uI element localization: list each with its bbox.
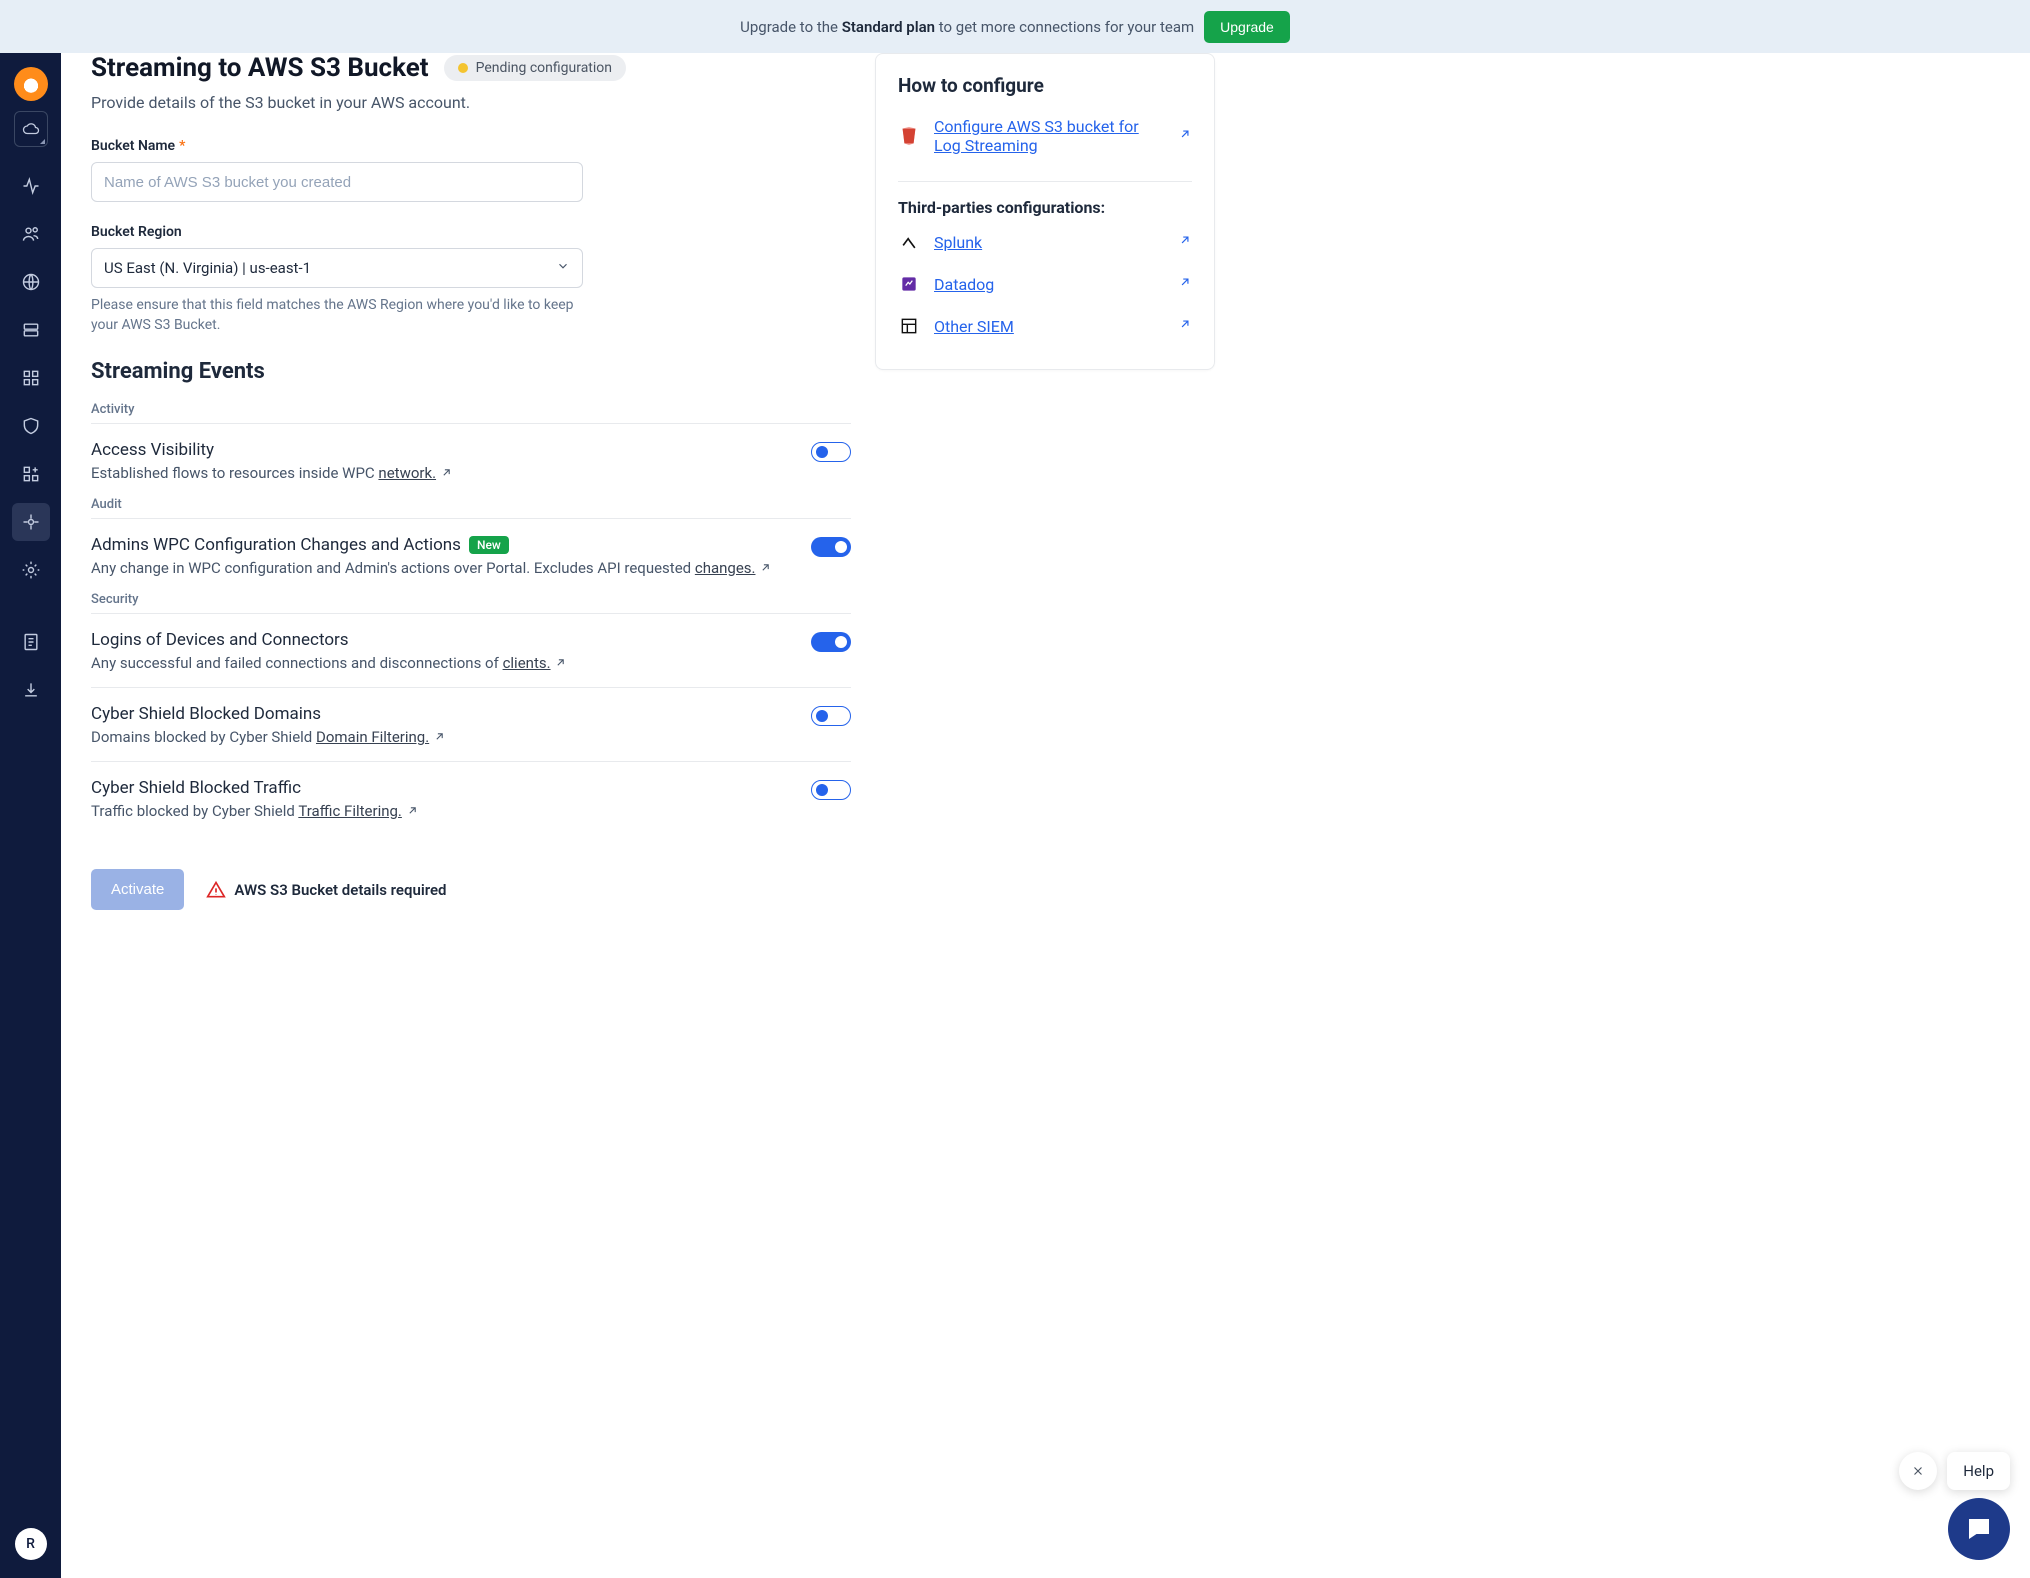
- nav-activity-icon[interactable]: [12, 167, 50, 205]
- howto-card: How to configure Configure AWS S3 bucket…: [875, 53, 1215, 370]
- event-row: Access Visibility Established flows to re…: [91, 423, 851, 497]
- chevron-down-icon: [556, 259, 570, 277]
- chat-icon: [1964, 1514, 1994, 1544]
- event-title: Cyber Shield Blocked Traffic: [91, 778, 419, 798]
- cloud-selector[interactable]: [14, 111, 48, 147]
- event-doc-link[interactable]: Traffic Filtering.: [298, 802, 402, 820]
- sidebar: R: [0, 53, 61, 1578]
- third-party-link[interactable]: Other SIEM: [934, 317, 1014, 336]
- event-row: Logins of Devices and Connectors Any succ…: [91, 613, 851, 687]
- warning-icon: [206, 880, 226, 900]
- event-title: Logins of Devices and Connectors: [91, 630, 567, 650]
- page-title: Streaming to AWS S3 Bucket: [91, 53, 429, 83]
- event-toggle[interactable]: [811, 537, 851, 557]
- new-badge: New: [469, 536, 509, 554]
- event-toggle[interactable]: [811, 442, 851, 462]
- external-link-icon: [406, 803, 419, 821]
- howto-primary-link[interactable]: Configure AWS S3 bucket for Log Streamin…: [934, 117, 1144, 155]
- upgrade-banner: Upgrade to the Standard plan to get more…: [0, 0, 2030, 53]
- bucket-name-label: Bucket Name*: [91, 138, 583, 154]
- howto-heading: How to configure: [898, 74, 1192, 97]
- event-description: Any successful and failed connections an…: [91, 654, 567, 673]
- event-title: Cyber Shield Blocked Domains: [91, 704, 446, 724]
- nav-server-icon[interactable]: [12, 311, 50, 349]
- group-label: Security: [91, 592, 851, 607]
- external-link-icon: [759, 560, 772, 578]
- external-link-icon: [433, 729, 446, 747]
- event-doc-link[interactable]: Domain Filtering.: [316, 728, 429, 746]
- event-title: Access Visibility: [91, 440, 453, 460]
- external-link-icon: [440, 465, 453, 483]
- nav-download-icon[interactable]: [12, 671, 50, 709]
- third-party-heading: Third-parties configurations:: [898, 198, 1192, 217]
- help-button[interactable]: Help: [1947, 1452, 2010, 1490]
- event-description: Domains blocked by Cyber Shield Domain F…: [91, 728, 446, 747]
- nav-shield-icon[interactable]: [12, 407, 50, 445]
- external-link-icon: [1178, 317, 1192, 335]
- event-doc-link[interactable]: network.: [378, 464, 436, 482]
- event-toggle[interactable]: [811, 780, 851, 800]
- nav-users-icon[interactable]: [12, 215, 50, 253]
- external-link-icon: [1178, 233, 1192, 251]
- bucket-region-help: Please ensure that this field matches th…: [91, 296, 583, 335]
- status-badge: Pending configuration: [444, 55, 626, 81]
- event-description: Any change in WPC configuration and Admi…: [91, 559, 772, 578]
- external-link-icon: [554, 655, 567, 673]
- event-description: Established flows to resources inside WP…: [91, 464, 453, 483]
- nav-add-apps-icon[interactable]: [12, 455, 50, 493]
- event-title: Admins WPC Configuration Changes and Act…: [91, 535, 772, 555]
- upgrade-button[interactable]: Upgrade: [1204, 11, 1290, 43]
- activate-button[interactable]: Activate: [91, 869, 184, 910]
- nav-apps-icon[interactable]: [12, 359, 50, 397]
- banner-text: Upgrade to the Standard plan to get more…: [740, 18, 1194, 36]
- event-row: Cyber Shield Blocked Traffic Traffic bloc…: [91, 761, 851, 835]
- chat-fab[interactable]: [1948, 1498, 2010, 1560]
- validation-warning: AWS S3 Bucket details required: [206, 880, 446, 900]
- user-avatar[interactable]: R: [15, 1528, 47, 1560]
- event-row: Cyber Shield Blocked Domains Domains bloc…: [91, 687, 851, 761]
- event-description: Traffic blocked by Cyber Shield Traffic …: [91, 802, 419, 821]
- nav-network-icon[interactable]: [12, 263, 50, 301]
- events-heading: Streaming Events: [91, 359, 851, 384]
- nav-report-icon[interactable]: [12, 623, 50, 661]
- close-help-button[interactable]: [1899, 1452, 1937, 1490]
- aws-s3-icon: [898, 125, 920, 147]
- bucket-name-input[interactable]: [91, 162, 583, 202]
- third-party-link[interactable]: Datadog: [934, 275, 994, 294]
- integration-icon: [898, 315, 920, 337]
- bucket-region-select[interactable]: US East (N. Virginia) | us-east-1: [91, 248, 583, 288]
- nav-settings-icon[interactable]: [12, 551, 50, 589]
- group-label: Audit: [91, 497, 851, 512]
- event-row: Admins WPC Configuration Changes and Act…: [91, 518, 851, 592]
- integration-icon: [898, 273, 920, 295]
- event-toggle[interactable]: [811, 706, 851, 726]
- close-icon: [1911, 1464, 1925, 1478]
- logo-icon: [14, 67, 48, 101]
- integration-icon: [898, 231, 920, 253]
- event-doc-link[interactable]: clients.: [503, 654, 551, 672]
- page-subtitle: Provide details of the S3 bucket in your…: [91, 93, 851, 112]
- nav-integrations-icon[interactable]: [12, 503, 50, 541]
- external-link-icon: [1178, 127, 1192, 145]
- group-label: Activity: [91, 402, 851, 417]
- event-doc-link[interactable]: changes.: [695, 559, 756, 577]
- event-toggle[interactable]: [811, 632, 851, 652]
- external-link-icon: [1178, 275, 1192, 293]
- third-party-link[interactable]: Splunk: [934, 233, 982, 252]
- bucket-region-label: Bucket Region: [91, 224, 583, 240]
